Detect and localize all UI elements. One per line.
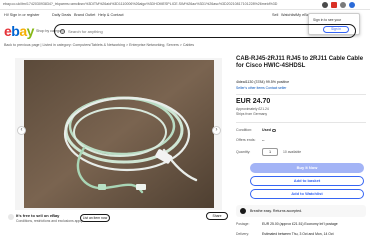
- search-bar[interactable]: Search for anything: [54, 24, 356, 38]
- seller-name[interactable]: 4ideal1130 (3784) 99.5% positive: [236, 80, 289, 84]
- add-to-watchlist-button[interactable]: Add to Watchlist: [250, 189, 364, 199]
- item-price: EUR 24.70: [236, 98, 271, 105]
- divider: [236, 94, 366, 95]
- watchlist-link[interactable]: Watchlist: [281, 13, 296, 17]
- offers-label: Offers ends:: [236, 138, 256, 142]
- search-icon: [60, 28, 65, 34]
- divider: [236, 122, 366, 123]
- account-icon[interactable]: [349, 1, 355, 8]
- promo-subtitle: Conditions, restrictions and exclusions …: [16, 219, 83, 223]
- promo-title: It's free to sell on eBay: [16, 213, 60, 218]
- delivery-value: Estimated between Thu, 3 Oct and Mon, 14…: [262, 232, 334, 236]
- logo-letter-y: y: [26, 23, 35, 39]
- extension-icon-2[interactable]: [340, 1, 346, 8]
- popup-text: Sign in to see your: [313, 18, 342, 22]
- help-contact-link[interactable]: Help & Contact: [98, 13, 124, 17]
- search-input[interactable]: Search for anything: [68, 29, 103, 34]
- delivery-label: Delivery:: [236, 232, 250, 236]
- condition-label: Condition:: [236, 128, 253, 132]
- product-image[interactable]: [24, 60, 214, 208]
- buy-now-button[interactable]: Buy It Now: [250, 163, 364, 173]
- breadcrumb[interactable]: Back to previous page | Listed in catego…: [4, 43, 194, 47]
- daily-deals-link[interactable]: Daily Deals: [52, 13, 71, 17]
- seller-links[interactable]: Seller's other items Contact seller: [236, 86, 286, 90]
- add-to-basket-button[interactable]: Add to basket: [250, 176, 364, 186]
- info-icon[interactable]: [272, 128, 276, 132]
- condition-value: Used: [262, 128, 271, 132]
- offers-value: --: [262, 138, 265, 142]
- tag-icon: [8, 214, 14, 220]
- url-field[interactable]: ebay.co.uk/itm/174203093834?_trkparms=am…: [3, 1, 293, 8]
- ships-from: Ships from Germany: [236, 112, 268, 116]
- quantity-label: Quantity:: [236, 150, 251, 154]
- profile-icon[interactable]: [322, 1, 328, 8]
- available-count: 10 available: [283, 150, 302, 154]
- offers-row: Offers ends: --: [236, 138, 366, 146]
- logo-letter-a: a: [19, 23, 27, 39]
- gallery-prev-button[interactable]: ‹: [17, 126, 26, 135]
- quantity-input[interactable]: 1: [262, 148, 278, 156]
- sell-link[interactable]: Sell: [272, 13, 278, 17]
- gallery-next-button[interactable]: ›: [212, 126, 221, 135]
- sell-promo: It's free to sell on eBay Conditions, re…: [4, 212, 234, 232]
- postage-label: Postage:: [236, 222, 250, 226]
- share-button[interactable]: Share: [206, 212, 228, 220]
- returns-banner: Breathe easy. Returns accepted.: [236, 205, 366, 217]
- condition-row: Condition: Used: [236, 128, 366, 136]
- returns-text: Breathe easy. Returns accepted.: [250, 209, 303, 213]
- extension-icon[interactable]: [331, 1, 337, 8]
- brand-outlet-link[interactable]: Brand Outlet: [74, 13, 95, 17]
- ebay-logo[interactable]: ebay: [4, 24, 34, 38]
- sign-in-link[interactable]: Hi! Sign in or register: [4, 13, 39, 17]
- browser-address-bar: ebay.co.uk/itm/174203093834?_trkparms=am…: [0, 0, 370, 10]
- item-title: CAB-RJ45-2RJ11 RJ45 to 2RJ11 Cable Cable…: [236, 56, 364, 69]
- price-approx: Approximately £21.24: [236, 107, 269, 111]
- list-item-button[interactable]: List an item now: [80, 214, 110, 222]
- returns-icon: [240, 208, 246, 214]
- seller-info: 4ideal1130 (3784) 99.5% positive Seller'…: [236, 80, 366, 94]
- postage-value: EUR 25.00 (approx £21.51) Economy Int'l …: [262, 222, 338, 226]
